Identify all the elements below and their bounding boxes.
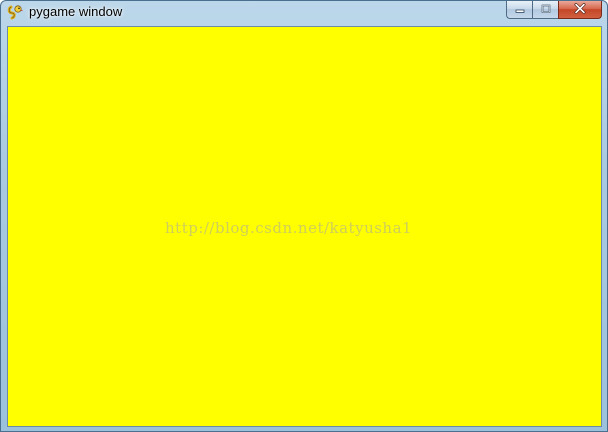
window-controls — [506, 1, 602, 19]
pygame-snake-icon[interactable] — [7, 4, 23, 20]
minimize-button[interactable] — [506, 1, 532, 19]
maximize-icon — [541, 1, 551, 19]
watermark-text: http://blog.csdn.net/katyusha1 — [165, 219, 413, 237]
client-area: http://blog.csdn.net/katyusha1 — [7, 26, 602, 427]
maximize-button[interactable] — [532, 1, 558, 19]
minimize-icon — [515, 1, 525, 19]
title-bar[interactable]: pygame window — [1, 1, 607, 25]
close-icon — [574, 1, 586, 19]
window-title: pygame window — [29, 4, 123, 19]
close-button[interactable] — [558, 1, 602, 19]
pygame-window: pygame window http://blog.csdn.net/katyu… — [0, 0, 608, 432]
